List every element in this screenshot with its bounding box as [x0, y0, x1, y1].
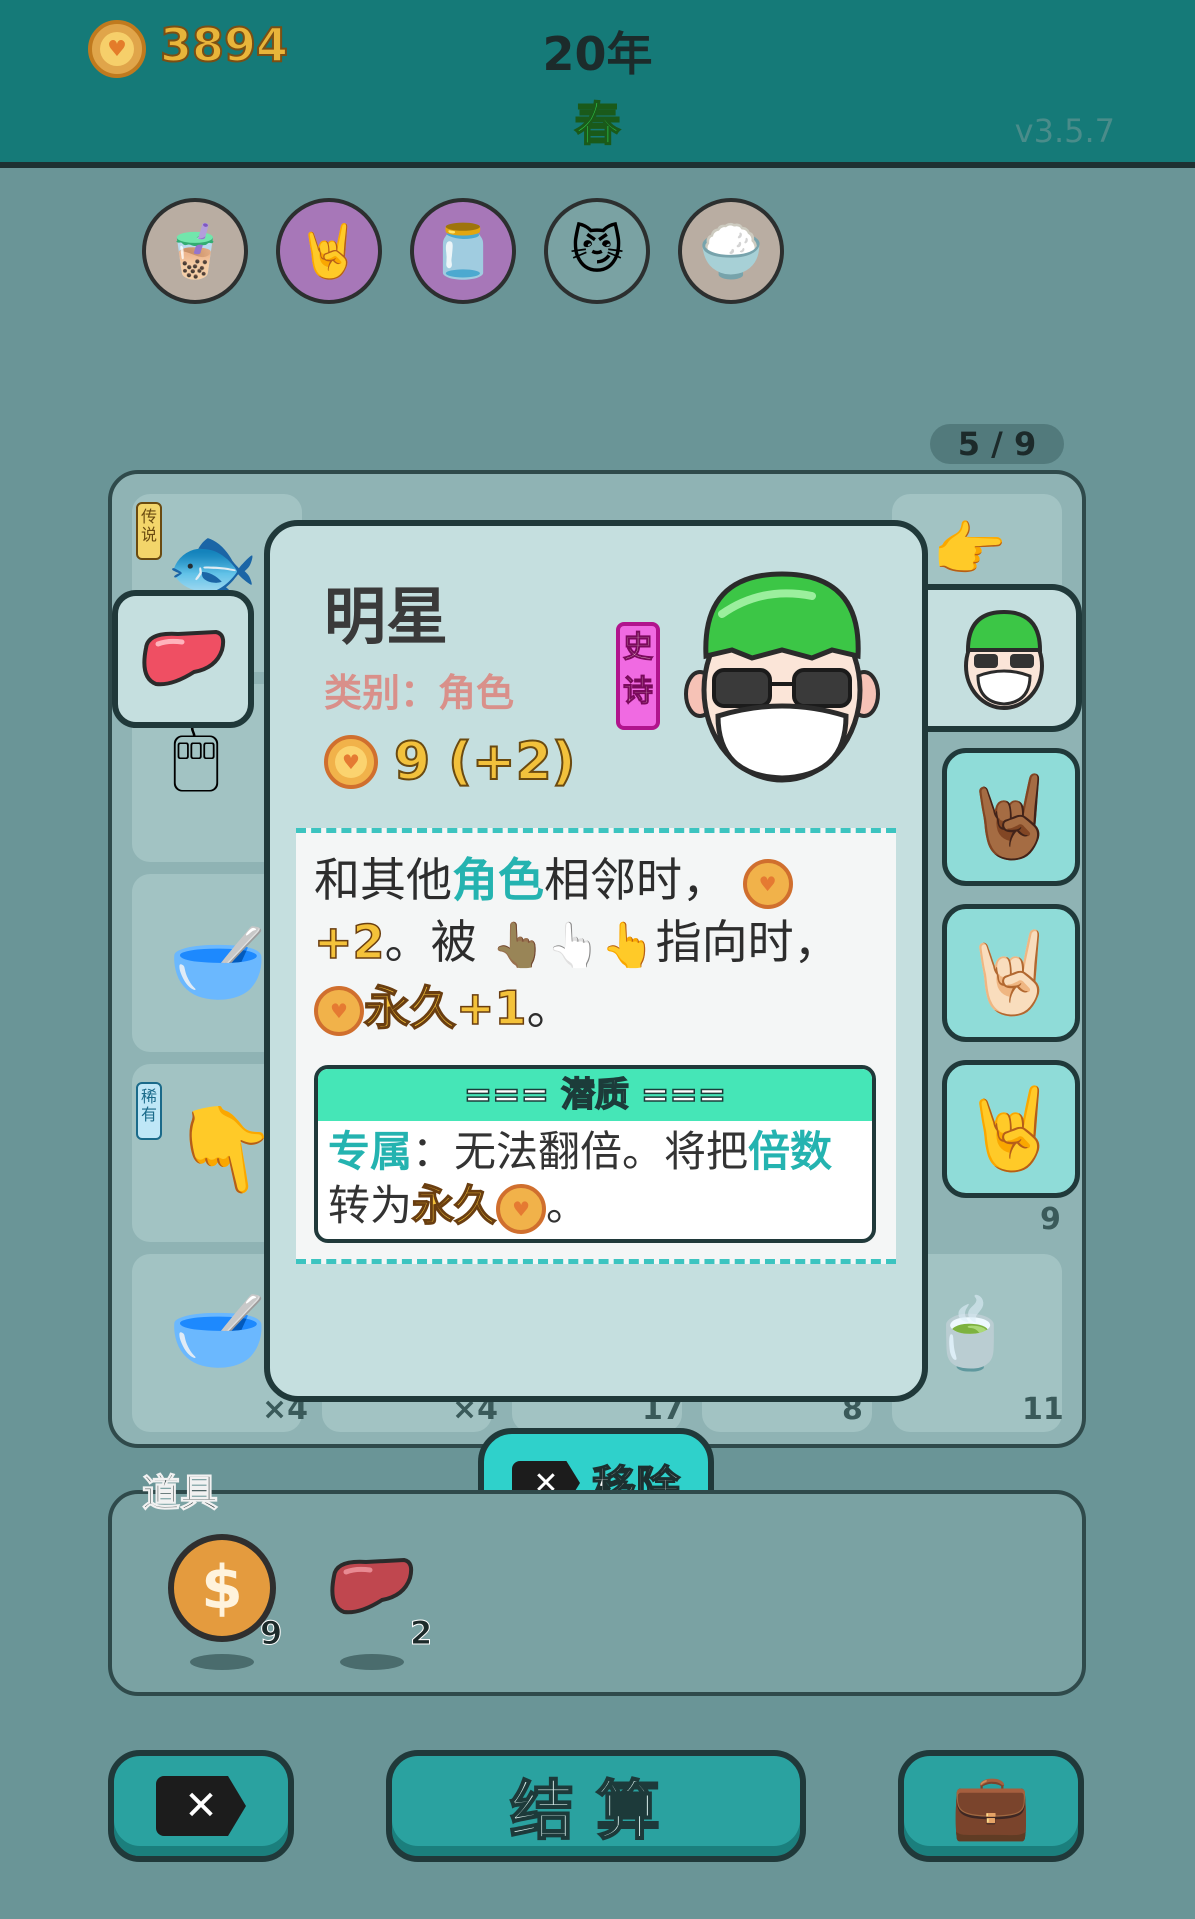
items-label: 道具 — [141, 1471, 219, 1516]
card-value-text: 9 (+2) — [393, 731, 577, 793]
trait-part: 。 — [546, 1181, 589, 1230]
coin-icon — [496, 1183, 547, 1234]
keyword-permanent: 永久 — [411, 1180, 497, 1231]
cat-sunglasses-icon[interactable]: 😼 — [544, 198, 650, 304]
trait-box: === 潜质 === 专属：无法翻倍。将把倍数 转为永久。 — [314, 1065, 876, 1243]
coin-icon — [314, 986, 364, 1036]
coin-icon: ♥ — [324, 735, 378, 789]
liver-icon — [330, 1557, 414, 1615]
description-box: 和其他角色相邻时， +2。被 👆👆👆指向时， 永久+1。 === 潜质 === … — [296, 828, 896, 1264]
jar-icon[interactable]: 🫙 — [410, 198, 516, 304]
trait-part: 转为 — [328, 1181, 413, 1230]
trait-title: === 潜质 === — [318, 1069, 872, 1121]
briefcase-icon: 💼 — [951, 1769, 1031, 1844]
rice-bowl-icon[interactable]: 🍚 — [678, 198, 784, 304]
brown-rock-hand-icon: 🤘🏾 — [961, 770, 1061, 863]
hand-card-yellow[interactable]: 🤘 — [942, 1060, 1080, 1198]
year-label: 20年 — [542, 27, 653, 81]
description-text: 和其他角色相邻时， +2。被 👆👆👆指向时， 永久+1。 — [313, 849, 884, 1039]
trait-part: ：无法翻倍。将把 — [412, 1127, 749, 1176]
close-icon: ✕ — [156, 1776, 246, 1836]
item-shadow — [340, 1654, 404, 1670]
keyword-bonus: +2 — [313, 914, 385, 970]
coin-item-count: 9 — [259, 1614, 283, 1653]
hand-card-white[interactable]: 🤘🏻 — [942, 904, 1080, 1042]
white-rock-hand-icon: 🤘🏻 — [961, 926, 1061, 1019]
cell-count: 11 — [1022, 1392, 1064, 1427]
card-title: 明星 — [324, 580, 449, 653]
dollar-icon: $ — [201, 1553, 243, 1623]
desc-text: 相邻时， — [544, 853, 728, 907]
top-bar: ♥ 3894 20年 春 v3.5.7 — [0, 0, 1195, 168]
liver-slot[interactable] — [112, 590, 254, 728]
brown-pointing-hand-icon: 👆 — [491, 919, 546, 971]
inventory-button[interactable]: 💼 — [898, 1750, 1084, 1862]
coin-icon — [742, 858, 793, 909]
tea-bowl-icon: 🥣 — [168, 1284, 268, 1377]
liver-icon — [142, 629, 226, 687]
skip-button[interactable]: ✕ — [108, 1750, 294, 1862]
desc-text: 指向时， — [655, 915, 840, 969]
keyword-role: 角色 — [452, 853, 544, 907]
keyword-multiplier: 倍数 — [748, 1127, 833, 1176]
page-indicator: 5 / 9 — [930, 424, 1064, 464]
bubble-tea-icon[interactable]: 🧋 — [142, 198, 248, 304]
item-detail-card: 明星 类别：角色 ♥ 9 (+2) 史诗 和其他角色相邻时， +2。被 👆👆👆指… — [264, 520, 928, 1402]
hand-card-brown[interactable]: 🤘🏾 — [942, 748, 1080, 886]
item-shadow — [190, 1654, 254, 1670]
liver-item-count: 2 — [409, 1614, 433, 1653]
teabag-icon: 🍵 — [928, 1295, 1013, 1374]
pointing-hand-icon: 👉 — [932, 515, 1007, 585]
selected-character-slot[interactable] — [928, 584, 1082, 732]
desc-text: 。 — [526, 980, 573, 1035]
version-label: v3.5.7 — [1014, 112, 1115, 150]
yellow-rock-hand-icon: 🤘 — [961, 1082, 1061, 1175]
liver-item[interactable] — [326, 1556, 416, 1622]
star-character-portrait — [684, 571, 880, 783]
keyword-exclusive: 专属 — [328, 1127, 413, 1176]
rarity-badge-rare: 稀有 — [136, 1082, 162, 1140]
yellow-pointing-hand-icon: 👆 — [600, 919, 656, 971]
card-value: ♥ 9 (+2) — [324, 731, 577, 793]
tea-bowl-icon: 🥣 — [168, 916, 268, 1009]
desc-text: 。被 — [384, 915, 477, 969]
settle-button[interactable]: 结算 — [386, 1750, 806, 1862]
rarity-badge-legend: 传说 — [136, 502, 162, 560]
settle-label: 结算 — [509, 1774, 682, 1850]
keyword-permanent: 永久+1 — [363, 980, 527, 1036]
white-pointing-hand-icon: 👆 — [545, 919, 601, 971]
card-category: 类别：角色 — [324, 671, 515, 715]
rarity-badge-epic: 史诗 — [616, 622, 660, 730]
star-character-icon — [964, 609, 1044, 710]
desc-text: 和其他 — [314, 853, 452, 907]
cell-count: 9 — [1040, 1202, 1061, 1237]
trait-text: 专属：无法翻倍。将把倍数 转为永久。 — [328, 1125, 868, 1234]
rock-hand-icon[interactable]: 🤘 — [276, 198, 382, 304]
